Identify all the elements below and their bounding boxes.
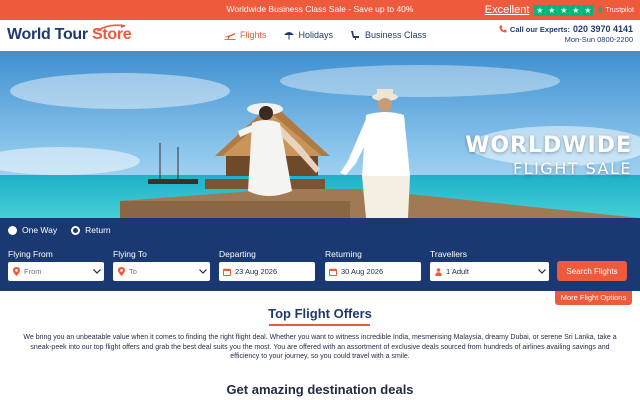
promo-bar: Worldwide Business Class Sale - Save up … <box>0 0 640 20</box>
trip-type: One Way Return <box>8 225 111 235</box>
calendar-icon <box>328 268 338 276</box>
return-option[interactable]: Return <box>71 225 111 235</box>
offers-title: Top Flight Offers <box>268 306 372 321</box>
flying-from-placeholder: From <box>24 267 42 276</box>
contact-info: Call our Experts: 020 3970 4141 Mon-Sun … <box>499 24 633 44</box>
offers-description: We bring you an unbeatable value when it… <box>23 334 617 360</box>
flying-from-label: Flying From <box>8 249 53 259</box>
more-flight-options-button[interactable]: More Flight Options <box>555 291 632 305</box>
deals-title: Get amazing destination deals <box>226 382 414 397</box>
contact-phone[interactable]: 020 3970 4141 <box>573 24 633 34</box>
site-logo[interactable]: World Tour Store <box>7 24 132 44</box>
flying-from-select[interactable]: From <box>8 262 104 281</box>
travellers-value: 1 Adult <box>446 267 469 276</box>
contact-hours: Mon-Sun 0800-2200 <box>564 35 633 44</box>
nav-business-class[interactable]: Business Class <box>349 30 427 40</box>
calendar-icon <box>222 268 232 276</box>
return-radio[interactable] <box>71 225 81 235</box>
plane-icon <box>224 33 236 40</box>
returning-date-value: 30 Aug 2026 <box>341 267 384 276</box>
one-way-label: One Way <box>22 225 58 235</box>
departing-date-value: 23 Aug 2026 <box>235 267 278 276</box>
one-way-radio[interactable] <box>8 225 17 235</box>
departing-date-input[interactable]: 23 Aug 2026 <box>219 262 315 281</box>
contact-label: Call our Experts: <box>509 24 570 34</box>
search-flights-button[interactable]: Search Flights <box>557 261 627 281</box>
star-icon: ★ <box>546 4 558 16</box>
phone-icon <box>499 25 507 33</box>
trustpilot-star-icon: ★ <box>596 4 605 15</box>
hero-banner: WORLDWIDE FLIGHT SALE <box>0 51 640 218</box>
contact-line[interactable]: Call our Experts: 020 3970 4141 <box>499 24 633 34</box>
trustpilot-rating-label[interactable]: Excellent <box>485 4 530 16</box>
star-icon: ★ <box>570 4 582 16</box>
trustpilot-brand-text: Trustpilot <box>605 6 634 14</box>
flying-to-select[interactable]: To <box>113 262 210 281</box>
nav-business-class-label: Business Class <box>365 30 427 40</box>
person-icon <box>433 267 443 276</box>
site-header: World Tour Store Flights Holidays Busine… <box>0 20 640 51</box>
flight-search-panel: One Way Return Flying From From Flying T… <box>0 218 640 291</box>
seat-icon <box>351 31 360 40</box>
offers-title-underline <box>269 324 370 326</box>
nav-holidays[interactable]: Holidays <box>283 30 334 40</box>
return-label: Return <box>85 225 111 235</box>
nav-flights[interactable]: Flights <box>224 30 267 40</box>
logo-swoosh-icon <box>96 24 126 32</box>
hero-title-line2: FLIGHT SALE <box>512 159 632 178</box>
flying-to-placeholder: To <box>129 267 137 276</box>
trustpilot-logo: ★ Trustpilot <box>596 4 634 15</box>
nav-holidays-label: Holidays <box>298 30 334 40</box>
returning-date-input[interactable]: 30 Aug 2026 <box>325 262 421 281</box>
main-nav: Flights Holidays Business Class <box>224 30 427 40</box>
trustpilot-stars: ★ ★ ★ ★ ★ <box>534 4 594 16</box>
star-icon: ★ <box>534 4 546 16</box>
returning-label: Returning <box>325 249 362 259</box>
travellers-label: Travellers <box>430 249 467 259</box>
location-pin-icon <box>11 267 21 276</box>
umbrella-icon <box>283 32 294 40</box>
flying-to-label: Flying To <box>113 249 147 259</box>
star-icon: ★ <box>558 4 570 16</box>
nav-flights-label: Flights <box>240 30 267 40</box>
trustpilot-widget[interactable]: Excellent ★ ★ ★ ★ ★ ★ Trustpilot <box>485 3 634 17</box>
travellers-select[interactable]: 1 Adult <box>430 262 549 281</box>
departing-label: Departing <box>219 249 256 259</box>
hero-title: WORLDWIDE FLIGHT SALE <box>465 133 632 179</box>
hero-title-line1: WORLDWIDE <box>465 133 632 158</box>
location-pin-icon <box>116 267 126 276</box>
chevron-down-icon <box>90 269 104 274</box>
star-icon: ★ <box>582 4 594 16</box>
chevron-down-icon <box>196 269 210 274</box>
logo-main-text: World Tour <box>7 26 92 43</box>
one-way-option[interactable]: One Way <box>8 225 57 235</box>
chevron-down-icon <box>535 269 549 274</box>
